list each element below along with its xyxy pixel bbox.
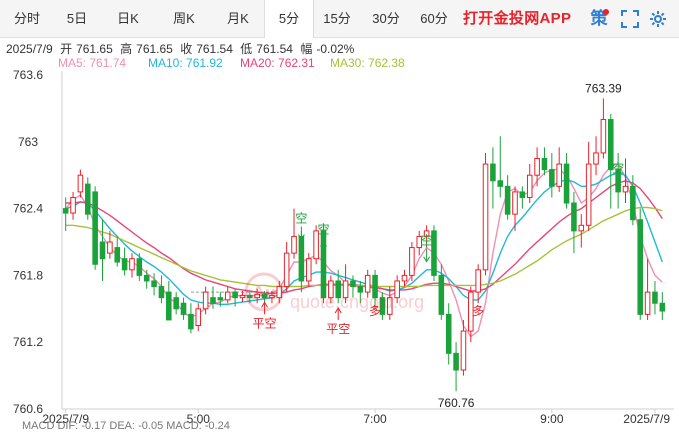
candle-down [445,313,452,354]
x-tick-label: 9:00 [540,412,564,426]
candle-down [549,169,555,187]
candle-down [453,352,459,371]
candle-down [62,208,69,214]
candle-down [166,291,172,321]
candle-up [305,258,312,282]
candle-up [386,297,393,315]
candle-up [585,163,592,226]
candle-up [512,191,518,215]
candle-up [129,258,135,271]
candle-up [556,163,562,187]
candle-down [92,191,98,265]
candle-down [438,274,445,315]
extreme-label: 760.76 [438,396,475,410]
candle-up [328,280,334,299]
ma5-line [65,163,663,338]
candle-down [180,302,187,315]
candle-down [114,247,121,263]
candle-down [335,280,342,299]
candle-down [504,185,511,215]
candle-up [224,291,231,301]
signal-label: 平空 [326,322,350,336]
candle-up [593,152,599,165]
candle-up [269,294,275,299]
candle-down [84,183,91,215]
candle-up [644,291,651,315]
candle-up [283,252,290,288]
candle-down [151,280,157,288]
candle-down [571,202,577,232]
x-tick-label: 7:00 [363,412,387,426]
y-tick-label: 761.8 [13,268,43,282]
candle-up [364,274,371,293]
candle-down [490,163,496,182]
candle-up [254,293,260,299]
candle-up [526,174,533,198]
candle-up [401,274,408,282]
y-tick-label: 761.2 [13,335,43,349]
candle-up [195,308,202,326]
candle-down [232,291,238,299]
candle-up [622,185,629,193]
candle-down [497,180,504,187]
signal-label: 多 [369,304,381,318]
y-tick-label: 760.6 [13,402,43,416]
candle-up [70,196,76,214]
candle-down [563,163,570,204]
candle-down [188,313,194,330]
candle-up [107,241,113,254]
candle-down [99,241,106,260]
candle-down [261,293,268,299]
candle-down [350,280,356,288]
candle-down [158,286,165,299]
x-tick-label: 2025/7/9 [623,412,670,426]
candle-down [357,286,364,293]
candle-up [202,291,209,310]
candle-down [136,258,143,276]
candle-up [276,286,283,299]
candle-down [519,191,526,198]
candle-down [143,274,150,282]
y-tick-label: 762.4 [13,202,43,216]
candle-up [239,294,246,299]
ma20-line [65,180,663,294]
candle-up [475,269,481,293]
candle-up [291,235,297,254]
signal-label: 空 [317,223,329,237]
signal-label: 多 [472,304,484,318]
candle-down [298,235,305,282]
candle-down [541,158,548,171]
candle-down [630,185,636,221]
signal-label: 空 [612,161,624,175]
extreme-label: 763.39 [585,81,622,95]
candle-down [247,294,253,299]
candle-up [482,163,489,271]
candle-up [534,158,540,176]
y-tick-label: 763.6 [13,68,43,82]
candlestick-chart[interactable]: 763.6763762.4761.8761.2760.62025/7/9 5:00… [0,0,679,427]
candle-up [460,330,467,371]
signal-label: 空 [295,211,307,225]
candle-up [394,280,400,299]
candle-down [217,297,224,301]
macd-readout: MACD DIF: -0.17 DEA: -0.05 MACD: -0.24 [22,420,230,432]
candle-down [372,274,378,299]
y-tick-label: 763 [18,135,38,149]
candle-down [652,291,658,304]
candle-up [342,280,349,299]
candle-down [121,258,128,271]
candle-up [409,247,415,276]
candle-down [173,297,179,310]
candle-down [210,297,216,304]
candle-up [600,119,607,154]
signal-label: 空 [421,234,433,248]
signal-label: 平空 [253,316,277,330]
candle-down [637,219,644,315]
candle-up [578,224,585,232]
candle-up [77,174,84,193]
candle-down [659,302,666,312]
